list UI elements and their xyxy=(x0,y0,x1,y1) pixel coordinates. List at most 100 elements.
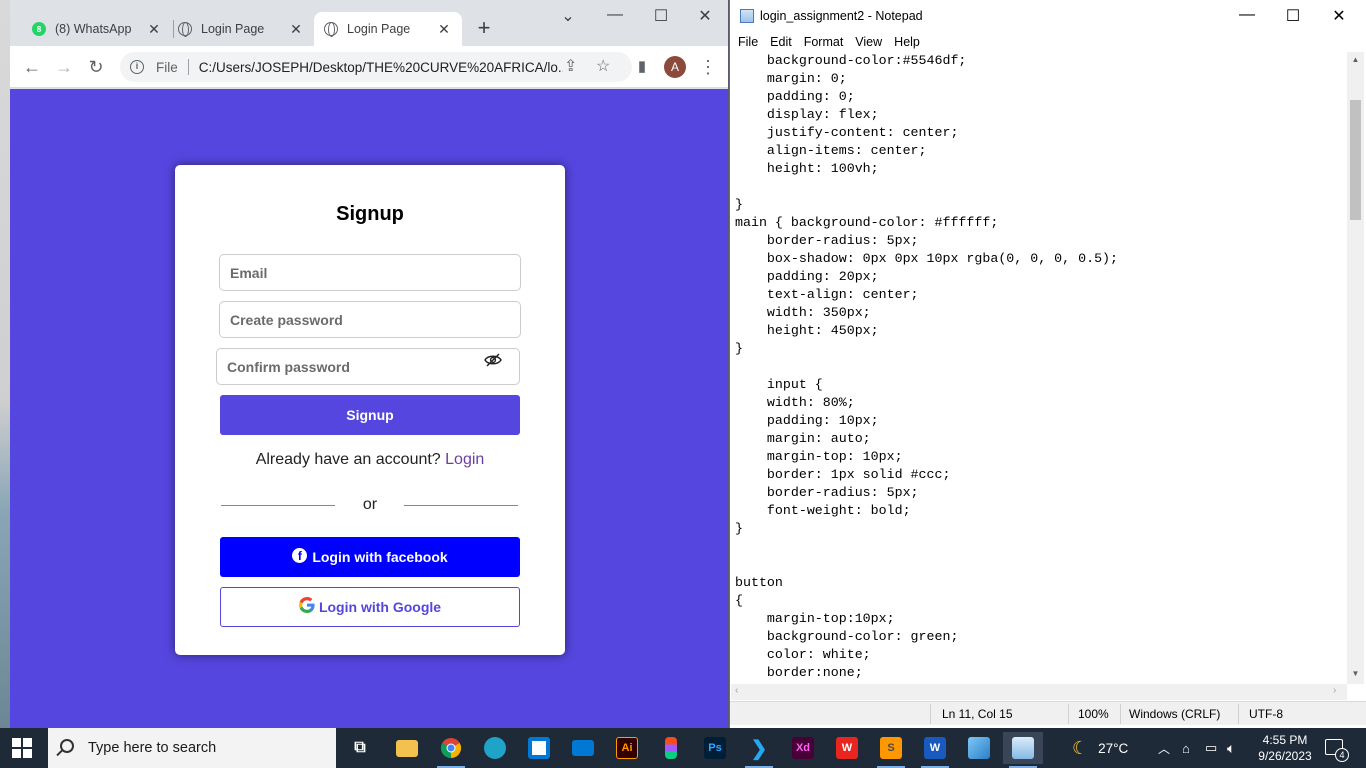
address-bar[interactable]: i File C:/Users/JOSEPH/Desktop/THE%20CUR… xyxy=(120,52,632,82)
globe-icon xyxy=(324,22,338,37)
close-icon[interactable]: ✕ xyxy=(288,21,304,38)
email-field[interactable] xyxy=(219,254,521,291)
divider xyxy=(1238,704,1239,724)
notepad-title: login_assignment2 - Notepad xyxy=(760,9,923,23)
back-icon[interactable]: ← xyxy=(20,55,44,79)
word-icon[interactable]: W xyxy=(915,732,955,768)
scrollbar-thumb[interactable] xyxy=(1350,100,1361,220)
edge-icon[interactable] xyxy=(475,732,515,764)
clock[interactable]: 4:55 PM 9/26/2023 xyxy=(1257,732,1313,764)
google-login-button[interactable]: Login with Google xyxy=(220,587,520,627)
signup-button[interactable]: Signup xyxy=(220,395,520,435)
notepad-title-bar: login_assignment2 - Notepad — ☐ ✕ xyxy=(730,0,1366,32)
url-text[interactable]: C:/Users/JOSEPH/Desktop/THE%20CURVE%20AF… xyxy=(199,60,563,75)
menu-view[interactable]: View xyxy=(855,32,882,52)
search-icon xyxy=(60,739,74,753)
taskbar-search[interactable]: Type here to search xyxy=(48,728,336,768)
cursor-position: Ln 11, Col 15 xyxy=(942,707,1013,721)
notepad-text[interactable]: background-color:#5546df; margin: 0; pad… xyxy=(731,52,1347,682)
google-login-label: Login with Google xyxy=(318,599,442,615)
login-link[interactable]: Login xyxy=(445,451,484,468)
scroll-right-icon[interactable]: › xyxy=(1333,685,1336,696)
temperature: 27°C xyxy=(1098,740,1129,756)
tab-search-icon[interactable]: ⌄ xyxy=(553,6,583,26)
notepad-taskbar-icon[interactable] xyxy=(1003,732,1043,768)
confirm-password-field[interactable] xyxy=(216,348,520,385)
menu-kebab-icon[interactable]: ⋮ xyxy=(696,55,720,79)
notepad-menu-bar: File Edit Format View Help xyxy=(730,32,1366,52)
divider xyxy=(930,704,931,724)
vscode-icon[interactable]: ❯ xyxy=(739,732,779,768)
file-explorer-icon[interactable] xyxy=(387,732,427,764)
windows-start-icon[interactable] xyxy=(12,738,32,758)
close-icon[interactable]: ✕ xyxy=(1324,6,1354,26)
sublime-icon[interactable]: S xyxy=(871,732,911,768)
close-icon[interactable]: ✕ xyxy=(436,21,452,38)
whatsapp-icon: 8 xyxy=(32,22,46,36)
figma-icon[interactable] xyxy=(651,732,691,764)
tab-login-page-2[interactable]: Login Page ✕ xyxy=(314,12,462,46)
scroll-left-icon[interactable]: ‹ xyxy=(735,685,738,696)
close-window-icon[interactable]: ✕ xyxy=(690,6,720,26)
create-password-field[interactable] xyxy=(219,301,521,338)
notepad-status-bar: Ln 11, Col 15 100% Windows (CRLF) UTF-8 xyxy=(730,701,1366,725)
info-icon[interactable]: i xyxy=(130,60,144,74)
chrome-icon[interactable] xyxy=(431,732,471,768)
vertical-scrollbar[interactable]: ▲ ▼ xyxy=(1347,52,1364,684)
google-icon xyxy=(298,597,315,613)
menu-format[interactable]: Format xyxy=(804,32,844,52)
search-placeholder: Type here to search xyxy=(88,740,217,756)
tab-whatsapp[interactable]: 8 (8) WhatsApp ✕ xyxy=(22,12,172,46)
minimize-icon[interactable]: — xyxy=(1232,6,1262,24)
tab-login-page-1[interactable]: Login Page ✕ xyxy=(168,12,314,46)
chevron-up-icon[interactable]: ︿ xyxy=(1158,728,1170,768)
photos-icon[interactable] xyxy=(959,732,999,764)
menu-help[interactable]: Help xyxy=(894,32,920,52)
date: 9/26/2023 xyxy=(1258,749,1312,763)
illustrator-icon[interactable]: Ai xyxy=(607,732,647,764)
menu-edit[interactable]: Edit xyxy=(770,32,792,52)
page-viewport: Signup Signup Already have an account? L… xyxy=(10,89,728,728)
horizontal-scrollbar[interactable]: ‹ › xyxy=(731,684,1347,700)
tab-label: Login Page xyxy=(347,22,411,36)
maximize-icon[interactable]: ☐ xyxy=(646,6,676,26)
zoom-level: 100% xyxy=(1078,707,1109,721)
forward-icon[interactable]: → xyxy=(52,55,76,79)
task-view-icon[interactable]: ⧉ xyxy=(340,732,380,764)
login-prompt-text: Already have an account? xyxy=(255,451,441,468)
close-icon[interactable]: ✕ xyxy=(146,21,162,38)
side-panel-icon[interactable]: ▮ xyxy=(630,55,654,79)
scroll-up-icon[interactable]: ▲ xyxy=(1347,55,1364,64)
menu-file[interactable]: File xyxy=(738,32,758,52)
minimize-icon[interactable]: — xyxy=(600,6,630,24)
notepad-editor[interactable]: background-color:#5546df; margin: 0; pad… xyxy=(731,52,1347,684)
xd-icon[interactable]: Xd xyxy=(783,732,823,764)
share-icon[interactable]: ⇪ xyxy=(564,56,577,76)
eye-slash-icon[interactable] xyxy=(484,353,502,367)
login-prompt: Already have an account? Login xyxy=(175,451,565,469)
time: 4:55 PM xyxy=(1262,733,1308,747)
url-scheme: File xyxy=(156,59,178,75)
scroll-down-icon[interactable]: ▼ xyxy=(1347,669,1364,678)
notepad-window: login_assignment2 - Notepad — ☐ ✕ File E… xyxy=(729,0,1366,728)
bookmark-star-icon[interactable]: ☆ xyxy=(596,56,610,76)
globe-icon xyxy=(178,22,192,37)
desktop-background xyxy=(0,0,10,728)
avatar[interactable]: A xyxy=(664,56,686,78)
or-text: or xyxy=(362,496,378,513)
store-icon[interactable] xyxy=(519,732,559,764)
reload-icon[interactable]: ↻ xyxy=(84,55,108,79)
new-tab-button[interactable]: + xyxy=(472,16,496,40)
maximize-icon[interactable]: ☐ xyxy=(1278,6,1308,26)
volume-icon[interactable]: 🔈︎ xyxy=(1227,728,1235,768)
mail-icon[interactable] xyxy=(563,732,603,764)
browser-window: 8 (8) WhatsApp ✕ Login Page ✕ Login Page… xyxy=(10,0,728,728)
weather[interactable]: ☾ 27°C xyxy=(1072,728,1128,768)
divider-left xyxy=(221,505,335,506)
divider xyxy=(1120,704,1121,724)
battery-icon[interactable]: ▭ xyxy=(1205,728,1217,768)
wps-icon[interactable]: W xyxy=(827,732,867,764)
photoshop-icon[interactable]: Ps xyxy=(695,732,735,764)
network-icon[interactable]: ⌂ xyxy=(1182,728,1190,768)
facebook-login-button[interactable]: f Login with facebook xyxy=(220,537,520,577)
